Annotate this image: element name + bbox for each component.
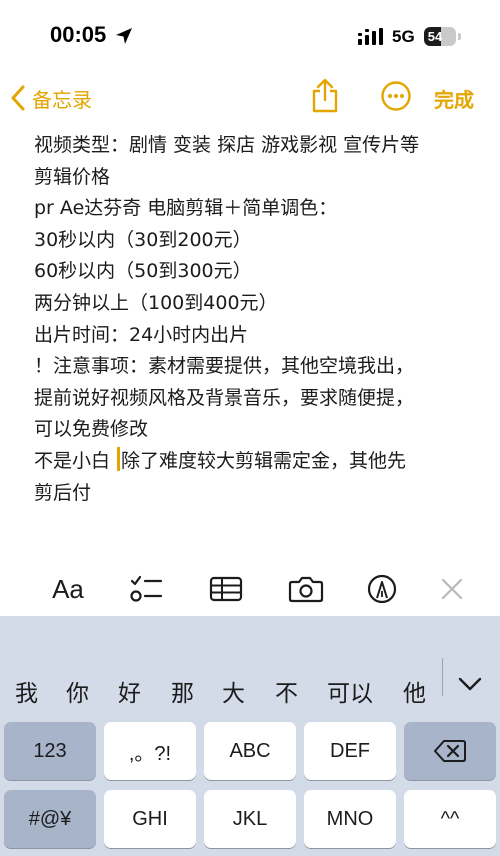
table-button[interactable] [204,566,248,612]
format-text-button[interactable]: Aa [44,566,92,612]
keyboard: 我 你 好 那 大 不 可以 他 123 ,。?! ABC DEF #@¥ GH… [0,616,500,856]
delete-icon [434,740,466,762]
battery-cap [458,33,461,40]
jkl-key[interactable]: JKL [204,790,296,848]
pen-markup-icon [367,574,397,604]
camera-button[interactable] [284,566,328,612]
def-key[interactable]: DEF [304,722,396,780]
candidate[interactable]: 好 [118,674,141,708]
text-before-caret: 不是小白 [34,449,117,472]
checklist-icon [130,575,163,602]
text-after-caret: 除了难度较大剪辑需定金，其他先 [121,449,407,472]
share-button[interactable] [310,78,340,118]
status-bar: 00:05 5G 54 [0,0,500,76]
back-button[interactable]: 备忘录 [10,82,92,114]
candidate[interactable]: 不 [275,674,298,708]
punctuation-key[interactable]: ,。?! [104,722,196,780]
delete-key[interactable] [404,722,496,780]
note-line: 视频类型：剧情 变装 探店 游戏影视 宣传片等 [34,134,420,156]
candidate[interactable]: 你 [66,674,89,708]
emoticon-key[interactable]: ^^ [404,790,496,848]
nav-bar: 备忘录 完成 [0,76,500,120]
note-line: 出片时间：24小时内出片 [34,323,249,346]
candidate[interactable]: 可以 [327,674,373,708]
note-line: pr Ae达芬奇 电脑剪辑＋简单调色： [34,197,338,220]
close-toolbar-button[interactable] [430,566,474,612]
share-icon [312,78,338,113]
note-line: 两分钟以上（100到400元） [34,291,278,314]
mno-key[interactable]: MNO [304,790,396,848]
more-button[interactable] [380,80,412,116]
chevron-left-icon [11,85,25,111]
more-icon [381,81,411,111]
numbers-key[interactable]: 123 [4,722,96,780]
note-line-with-caret: 不是小白 除了难度较大剪辑需定金，其他先 [34,446,474,478]
close-icon [441,578,463,600]
note-line: ！注意事项：素材需要提供，其他空境我出， [34,355,415,378]
ghi-key[interactable]: GHI [104,790,196,848]
note-body[interactable]: 视频类型：剧情 变装 探店 游戏影视 宣传片等 剪辑价格 pr Ae达芬奇 电脑… [34,130,474,509]
done-button[interactable]: 完成 [434,84,474,113]
chevron-down-icon [458,677,482,691]
signal-icon [358,28,383,45]
note-line: 剪辑价格 [34,165,111,188]
note-line: 60秒以内（50到300元） [34,260,252,283]
network-type: 5G [392,27,415,46]
status-time: 00:05 [50,22,107,47]
format-toolbar: Aa [0,566,500,612]
battery-icon: 54 [424,27,456,46]
candidate-divider [442,658,443,696]
back-label: 备忘录 [32,87,92,112]
camera-icon [288,576,324,603]
text-caret [117,446,121,471]
table-icon [209,576,243,602]
candidate[interactable]: 他 [403,674,426,708]
note-line: 30秒以内（30到200元） [34,228,252,251]
candidate-bar: 我 你 好 那 大 不 可以 他 [0,616,500,712]
expand-candidates-button[interactable] [458,676,482,696]
format-text-icon: Aa [52,573,84,604]
checklist-button[interactable] [124,566,168,612]
note-line: 剪后付 [34,481,92,504]
candidate[interactable]: 大 [222,674,245,708]
candidate[interactable]: 那 [171,674,194,708]
note-line: 提前说好视频风格及背景音乐，要求随便提， [34,386,415,409]
battery-percent: 54 [427,29,443,44]
markup-button[interactable] [360,566,404,612]
abc-key[interactable]: ABC [204,722,296,780]
location-arrow-icon [116,28,132,44]
note-line: 可以免费修改 [34,418,149,441]
candidate[interactable]: 我 [15,674,38,708]
symbols-key[interactable]: #@¥ [4,790,96,848]
